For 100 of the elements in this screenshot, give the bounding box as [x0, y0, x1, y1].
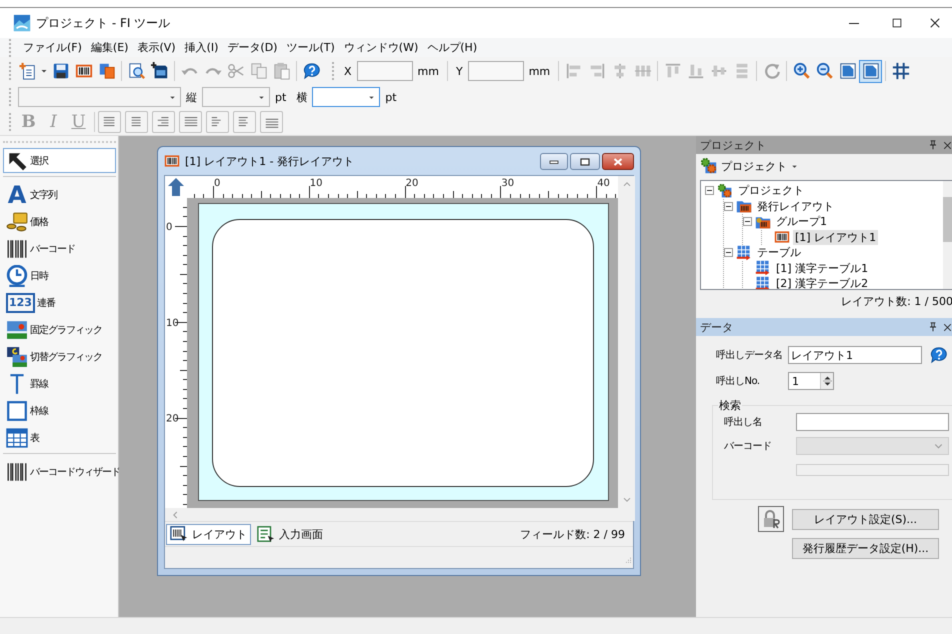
tool-label: バーコードウィザード: [30, 466, 120, 478]
tree-item[interactable]: 発行レイアウト: [755, 198, 836, 214]
window-title: プロジェクト - FI ツール: [36, 14, 170, 32]
tool-item[interactable]: 固定グラフィック: [3, 317, 116, 342]
call-name-field[interactable]: [796, 413, 949, 431]
restore-icon: [580, 158, 590, 166]
panel-title: データ: [700, 320, 734, 334]
help-icon[interactable]: [930, 346, 948, 364]
restore-button[interactable]: [570, 153, 600, 170]
barcode-field[interactable]: [796, 464, 949, 476]
scrollbar[interactable]: [943, 181, 952, 289]
close-button[interactable]: [602, 153, 634, 170]
tool-item[interactable]: 選択: [3, 148, 116, 173]
collapse-icon[interactable]: [724, 202, 733, 211]
menu-item[interactable]: ファイル(F): [21, 40, 84, 55]
menu-item[interactable]: 表示(V): [135, 40, 178, 55]
number-spinner[interactable]: 1: [788, 372, 834, 390]
close-icon[interactable]: [942, 322, 952, 332]
close-icon[interactable]: [942, 140, 952, 150]
tree-item[interactable]: グループ1: [774, 214, 829, 230]
field-label: バーコード: [724, 440, 772, 453]
page-button[interactable]: [859, 60, 882, 82]
copy-icon: [250, 62, 268, 80]
tool-item[interactable]: 切替グラフィック: [3, 344, 116, 369]
tree-item[interactable]: [1] レイアウト1: [793, 230, 878, 245]
collapse-icon[interactable]: [724, 248, 733, 258]
page-icon: [838, 62, 857, 80]
tool-item[interactable]: バーコード: [3, 236, 116, 261]
tool-item[interactable]: 価格: [3, 209, 116, 234]
tree-item[interactable]: プロジェクト: [736, 183, 806, 198]
y-field[interactable]: [468, 61, 524, 81]
settings-button[interactable]: レイアウト設定(S)...: [792, 508, 939, 530]
zoom-out-icon: [816, 62, 834, 80]
x-field[interactable]: [356, 61, 413, 81]
ruler-label: 0: [214, 178, 220, 189]
new-document-icon: [18, 62, 36, 80]
tool-label: バーコード: [30, 242, 75, 256]
collapse-icon[interactable]: [743, 217, 752, 226]
tool-item[interactable]: 表: [3, 425, 116, 450]
view-tab[interactable]: レイアウト: [166, 524, 251, 544]
minimize-button[interactable]: [540, 153, 568, 170]
settings-button[interactable]: 発行履歴データ設定(H)...: [792, 538, 939, 559]
tool-label: 枠線: [30, 404, 48, 418]
table-icon: [6, 426, 28, 448]
close-icon: [928, 16, 942, 30]
unit-label: mm: [418, 64, 439, 78]
tool-label: 固定グラフィック: [30, 324, 102, 336]
menu-item[interactable]: ヘルプ(H): [425, 40, 480, 55]
menu-item[interactable]: 編集(E): [88, 40, 130, 55]
x-label: X: [344, 64, 352, 78]
name-field[interactable]: レイアウト1: [788, 346, 922, 364]
tree-item[interactable]: [1] 漢字テーブル1: [774, 260, 870, 276]
width-dropdown[interactable]: [312, 87, 380, 107]
ruler-label: 20: [406, 178, 418, 189]
tool-label: 切替グラフィック: [30, 350, 102, 364]
view-tab[interactable]: 入力画面: [253, 524, 327, 544]
pages-icon: [98, 62, 116, 80]
pin-icon[interactable]: [927, 139, 939, 151]
tree-item[interactable]: テーブル: [755, 245, 803, 260]
coins-icon: [6, 210, 28, 232]
tree-item[interactable]: [2] 漢字テーブル2: [774, 276, 870, 289]
field-count: フィールド数: 2 / 99: [520, 526, 626, 542]
card-icon: [150, 62, 168, 80]
lock-button[interactable]: [758, 506, 784, 532]
up-arrow-icon[interactable]: [166, 177, 186, 197]
spin-buttons[interactable]: [820, 373, 833, 389]
ruler-label: 20: [166, 414, 179, 425]
barcode-icon: [6, 238, 28, 260]
paste-icon: [272, 62, 290, 80]
tool-item[interactable]: 枠線: [3, 398, 116, 423]
menu-item[interactable]: 挿入(I): [182, 40, 220, 55]
project-menu-button[interactable]: プロジェクト: [696, 157, 803, 175]
zoom-in-icon: [792, 62, 811, 80]
height-label: 縦: [186, 90, 197, 104]
tool-item[interactable]: 罫線: [3, 371, 116, 396]
print-preview-icon: [128, 62, 146, 80]
field-label: 呼出しNo.: [716, 374, 761, 388]
align-bottom-icon: [686, 62, 705, 80]
menu-item[interactable]: ツール(T): [284, 40, 337, 55]
tool-item[interactable]: 123 連番: [3, 290, 116, 315]
lock-icon: [761, 509, 781, 529]
clock-icon: [6, 264, 28, 286]
collapse-icon[interactable]: [705, 186, 714, 196]
gear-icon: [700, 157, 718, 175]
tool-label: 罫線: [30, 378, 48, 390]
group-label: 検索: [718, 398, 742, 413]
input-screen-icon: [257, 525, 275, 543]
menu-item[interactable]: ウィンドウ(W): [342, 40, 420, 55]
field-label: 呼出しデータ名: [716, 348, 784, 362]
unit-label: pt: [385, 90, 397, 104]
letter-icon: A: [6, 184, 28, 206]
image-icon: [6, 318, 28, 340]
menu-item[interactable]: データ(D): [225, 40, 280, 55]
pin-icon[interactable]: [927, 321, 939, 333]
scissors-icon: [226, 62, 244, 80]
unit-label: pt: [275, 90, 286, 104]
save-icon: [52, 62, 70, 80]
barcode-icon: [6, 460, 28, 482]
tool-item[interactable]: 日時: [3, 263, 116, 288]
window-title: [1] レイアウト1 - 発行レイアウト: [185, 154, 354, 168]
